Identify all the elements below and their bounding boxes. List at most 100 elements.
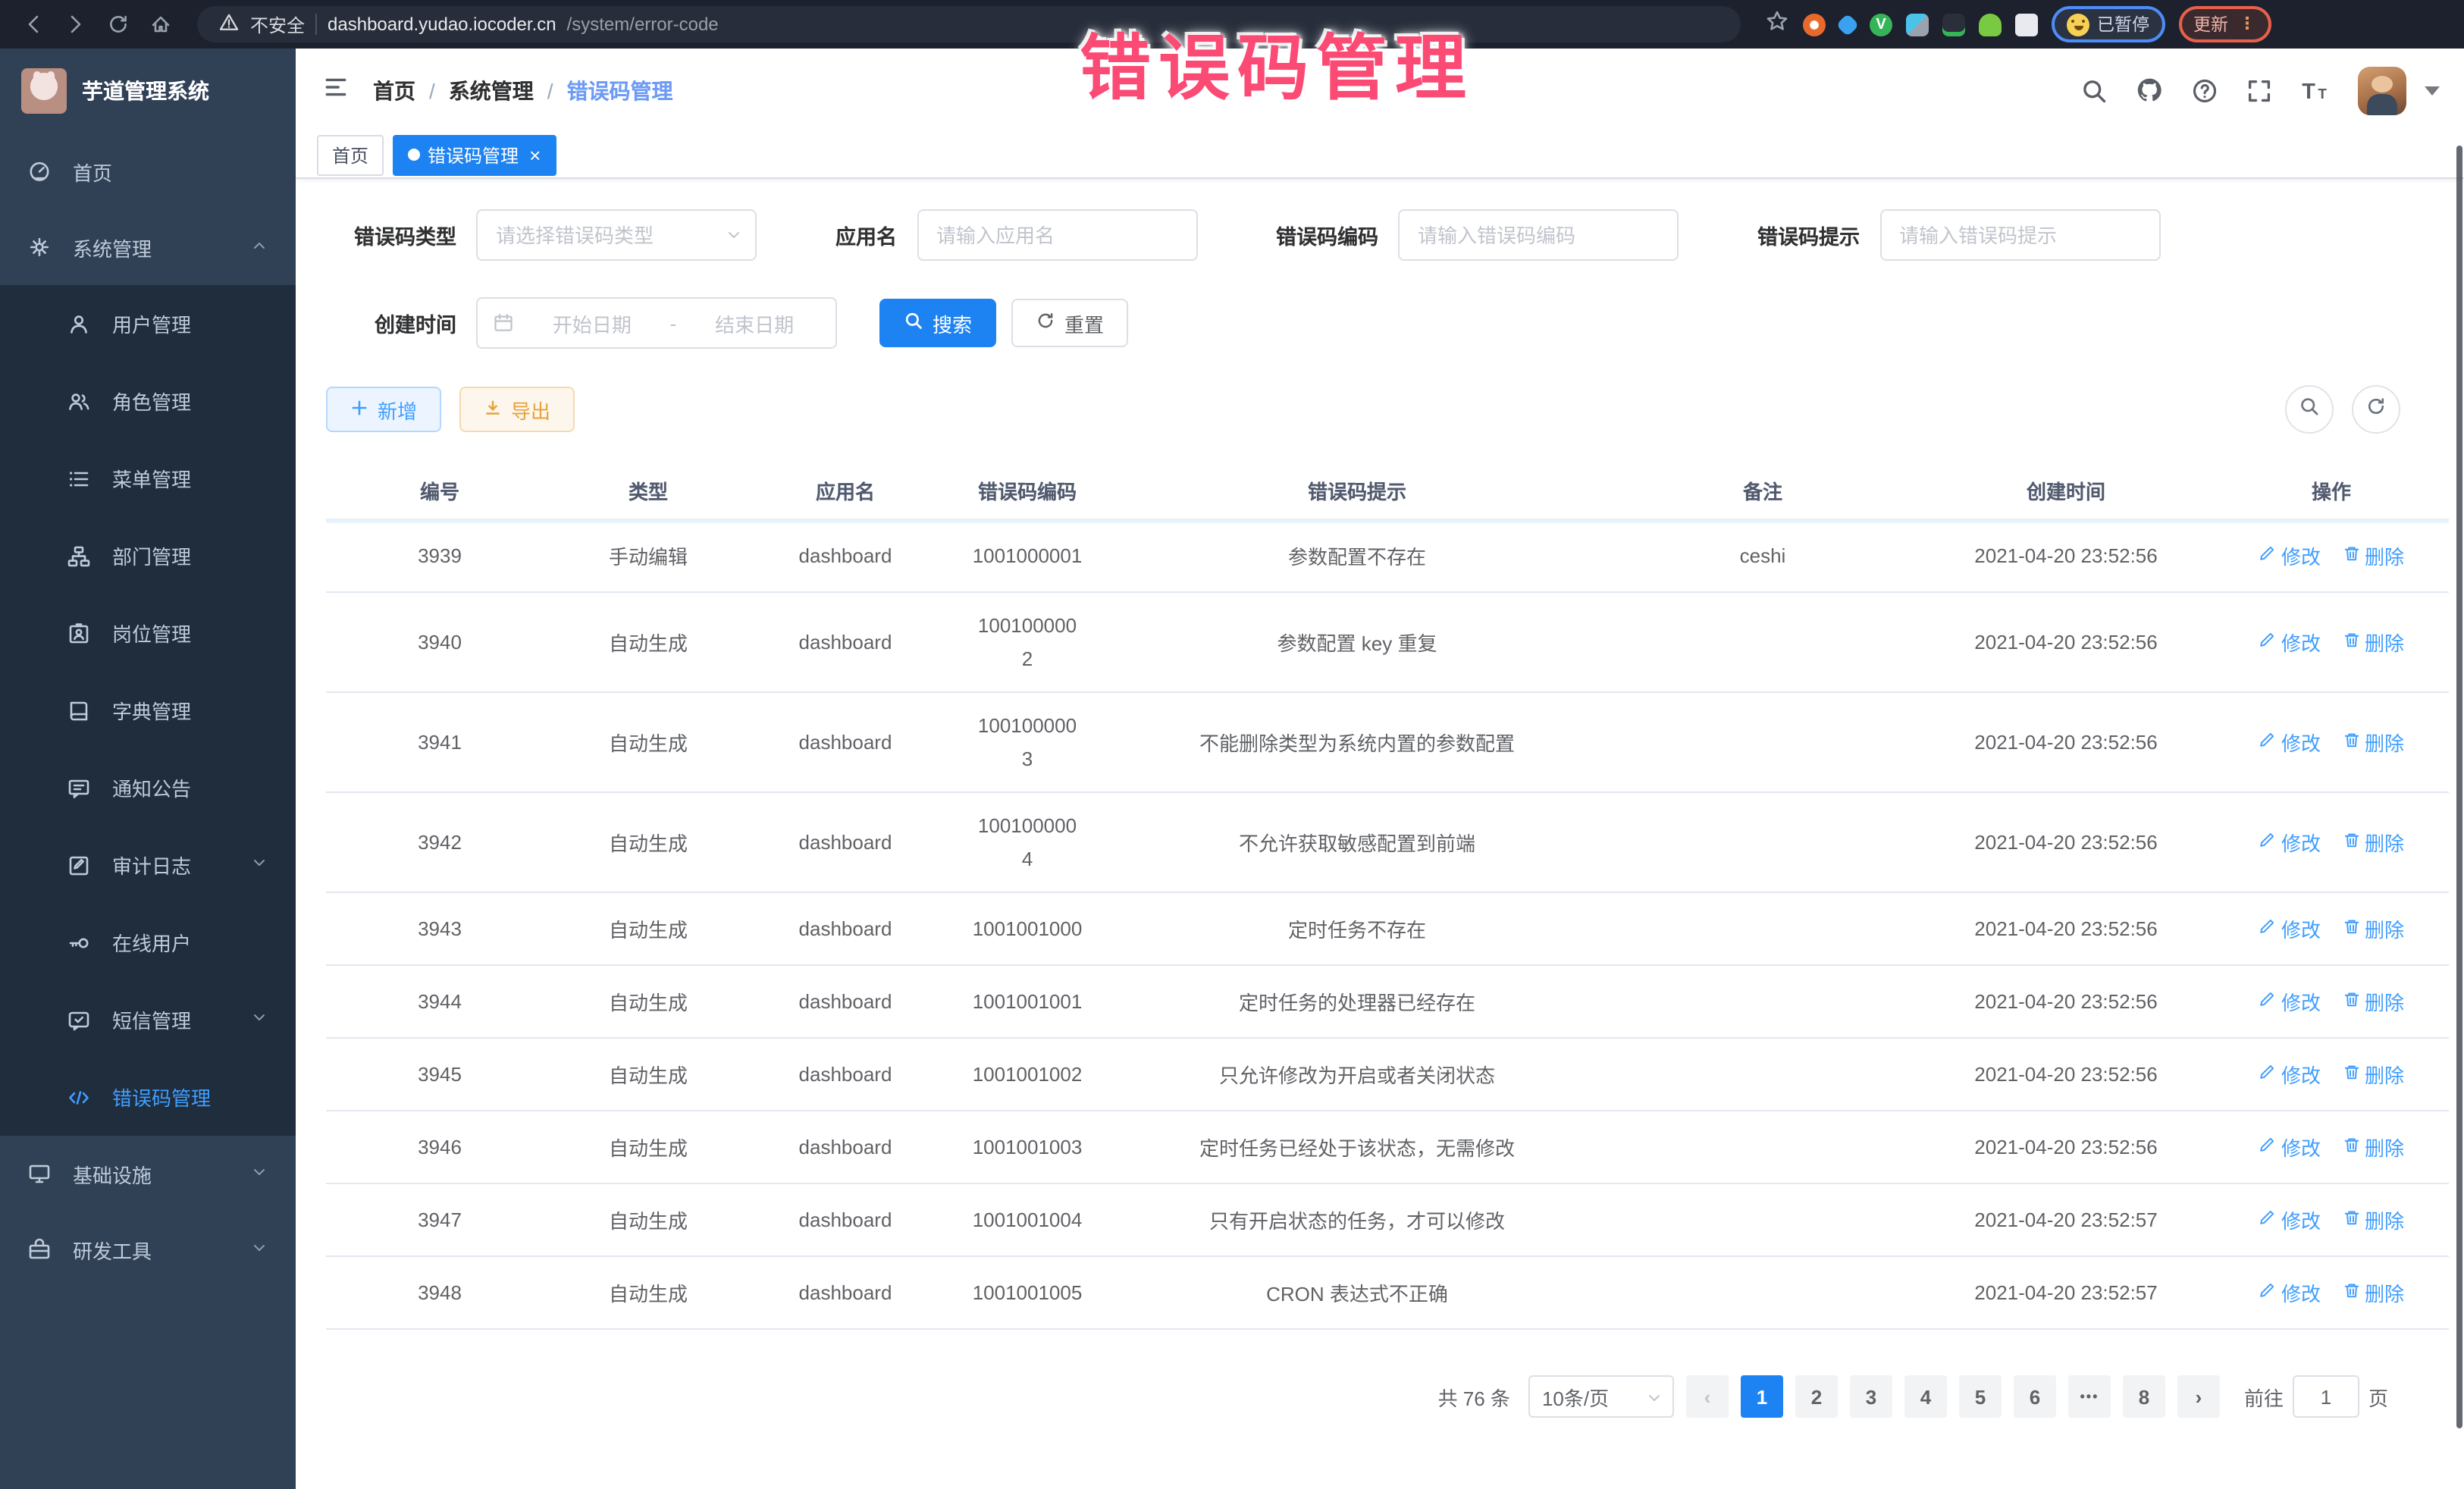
log-icon bbox=[67, 853, 91, 877]
caret-down-icon[interactable] bbox=[2425, 86, 2440, 95]
sidebar-item-notice[interactable]: 通知公告 bbox=[0, 749, 296, 826]
extension-icon[interactable] bbox=[1942, 13, 1965, 36]
table-header-row: 编号 类型 应用名 错误码编码 错误码提示 备注 创建时间 操作 bbox=[326, 461, 2449, 519]
add-button[interactable]: 新增 bbox=[326, 387, 441, 432]
delete-link[interactable]: 删除 bbox=[2342, 541, 2404, 570]
table-row: 3942自动生成dashboard100100000 4不允许获取敏感配置到前端… bbox=[326, 792, 2449, 892]
help-icon[interactable] bbox=[2191, 77, 2218, 104]
sidebar-item-post-mgmt[interactable]: 岗位管理 bbox=[0, 594, 296, 672]
profile-chip[interactable]: 已暂停 bbox=[2052, 6, 2165, 42]
forward-icon[interactable] bbox=[58, 6, 94, 42]
edit-link[interactable]: 修改 bbox=[2259, 1205, 2321, 1234]
delete-link[interactable]: 删除 bbox=[2342, 1133, 2404, 1161]
search-icon bbox=[904, 311, 923, 335]
prev-page-button[interactable]: ‹ bbox=[1686, 1375, 1729, 1418]
page-button-6[interactable]: 6 bbox=[2014, 1375, 2056, 1418]
avatar[interactable] bbox=[2358, 66, 2406, 114]
search-icon[interactable] bbox=[2080, 77, 2108, 104]
breadcrumb-system[interactable]: 系统管理 bbox=[449, 75, 534, 105]
edit-link[interactable]: 修改 bbox=[2259, 1060, 2321, 1089]
page-button-4[interactable]: 4 bbox=[1904, 1375, 1947, 1418]
page-button-2[interactable]: 2 bbox=[1795, 1375, 1838, 1418]
sidebar-item-home[interactable]: 首页 bbox=[0, 133, 296, 209]
sidebar-item-error-code[interactable]: 错误码管理 bbox=[0, 1058, 296, 1136]
error-type-select[interactable] bbox=[476, 209, 757, 261]
puzzle-icon[interactable] bbox=[2015, 13, 2038, 36]
delete-link[interactable]: 删除 bbox=[2342, 914, 2404, 943]
hamburger-icon[interactable] bbox=[320, 74, 361, 107]
refresh-table-button[interactable] bbox=[2352, 385, 2400, 434]
delete-link[interactable]: 删除 bbox=[2342, 1278, 2404, 1307]
search-button[interactable]: 搜索 bbox=[879, 299, 996, 347]
back-icon[interactable] bbox=[15, 6, 52, 42]
goto-page-input[interactable] bbox=[2293, 1375, 2359, 1418]
extension-icon[interactable]: V bbox=[1870, 13, 1892, 36]
page-button-5[interactable]: 5 bbox=[1959, 1375, 2002, 1418]
sidebar-item-dict-mgmt[interactable]: 字典管理 bbox=[0, 672, 296, 749]
url-path: /system/error-code bbox=[567, 14, 719, 35]
tab-error-code[interactable]: 错误码管理 × bbox=[393, 134, 556, 175]
badge-icon bbox=[67, 621, 91, 645]
extension-icon[interactable] bbox=[1835, 12, 1859, 36]
font-size-icon[interactable]: TT bbox=[2300, 77, 2331, 104]
tab-home[interactable]: 首页 bbox=[317, 134, 384, 175]
page-button-1[interactable]: 1 bbox=[1741, 1375, 1783, 1418]
app-logo[interactable]: 芋道管理系统 bbox=[0, 49, 296, 133]
edit-link[interactable]: 修改 bbox=[2259, 987, 2321, 1016]
reset-button[interactable]: 重置 bbox=[1011, 299, 1128, 347]
app-name-input[interactable] bbox=[917, 209, 1197, 261]
error-tip-input[interactable] bbox=[1879, 209, 2160, 261]
delete-link[interactable]: 删除 bbox=[2342, 1060, 2404, 1089]
sidebar-item-online-users[interactable]: 在线用户 bbox=[0, 904, 296, 981]
edit-link[interactable]: 修改 bbox=[2259, 1278, 2321, 1307]
edit-link[interactable]: 修改 bbox=[2259, 1133, 2321, 1161]
extension-icon[interactable] bbox=[1906, 13, 1929, 36]
edit-link[interactable]: 修改 bbox=[2259, 828, 2321, 857]
sidebar-item-menu-mgmt[interactable]: 菜单管理 bbox=[0, 440, 296, 517]
update-button[interactable]: 更新 ⋮ bbox=[2178, 6, 2271, 42]
sidebar-item-sms-mgmt[interactable]: 短信管理 bbox=[0, 981, 296, 1058]
chevron-down-icon bbox=[250, 854, 268, 876]
sidebar-item-audit-log[interactable]: 审计日志 bbox=[0, 826, 296, 904]
table-row: 3943自动生成dashboard1001001000定时任务不存在2021-0… bbox=[326, 892, 2449, 965]
page-button-3[interactable]: 3 bbox=[1850, 1375, 1892, 1418]
page-size-select[interactable]: 10条/页 bbox=[1528, 1375, 1674, 1418]
show-search-button[interactable] bbox=[2285, 385, 2334, 434]
more-menu-icon[interactable]: ⋮ bbox=[2239, 16, 2256, 33]
export-button[interactable]: 导出 bbox=[459, 387, 575, 432]
infra-icon bbox=[27, 1161, 52, 1186]
edit-icon bbox=[2259, 917, 2277, 940]
window-scrollbar[interactable] bbox=[2456, 146, 2462, 1428]
edit-link[interactable]: 修改 bbox=[2259, 541, 2321, 570]
star-icon[interactable] bbox=[1765, 8, 1789, 40]
delete-link[interactable]: 删除 bbox=[2342, 1205, 2404, 1234]
reload-icon[interactable] bbox=[100, 6, 136, 42]
sidebar-item-dept-mgmt[interactable]: 部门管理 bbox=[0, 517, 296, 594]
sidebar-item-infra[interactable]: 基础设施 bbox=[0, 1136, 296, 1212]
url-bar[interactable]: 不安全 dashboard.yudao.iocoder.cn/system/er… bbox=[197, 6, 1741, 42]
delete-link[interactable]: 删除 bbox=[2342, 628, 2404, 657]
github-icon[interactable] bbox=[2135, 76, 2164, 105]
sidebar-item-role-mgmt[interactable]: 角色管理 bbox=[0, 362, 296, 440]
sidebar-item-devtools[interactable]: 研发工具 bbox=[0, 1212, 296, 1287]
close-icon[interactable]: × bbox=[529, 145, 541, 165]
delete-link[interactable]: 删除 bbox=[2342, 728, 2404, 757]
home-icon[interactable] bbox=[143, 6, 179, 42]
page-button-8[interactable]: 8 bbox=[2123, 1375, 2165, 1418]
extension-icon[interactable] bbox=[1803, 13, 1826, 36]
error-code-input[interactable] bbox=[1398, 209, 1679, 261]
delete-link[interactable]: 删除 bbox=[2342, 987, 2404, 1016]
next-page-button[interactable]: › bbox=[2177, 1375, 2220, 1418]
notice-icon bbox=[67, 776, 91, 800]
edit-link[interactable]: 修改 bbox=[2259, 628, 2321, 657]
breadcrumb-home[interactable]: 首页 bbox=[373, 75, 415, 105]
fullscreen-icon[interactable] bbox=[2246, 77, 2273, 104]
more-pages-button[interactable]: ••• bbox=[2068, 1375, 2111, 1418]
sidebar-item-user-mgmt[interactable]: 用户管理 bbox=[0, 285, 296, 362]
extension-icon[interactable] bbox=[1979, 13, 2002, 36]
edit-link[interactable]: 修改 bbox=[2259, 728, 2321, 757]
date-range-picker[interactable]: 开始日期 - 结束日期 bbox=[476, 297, 837, 349]
delete-link[interactable]: 删除 bbox=[2342, 828, 2404, 857]
sidebar-item-system[interactable]: 系统管理 bbox=[0, 209, 296, 285]
edit-link[interactable]: 修改 bbox=[2259, 914, 2321, 943]
